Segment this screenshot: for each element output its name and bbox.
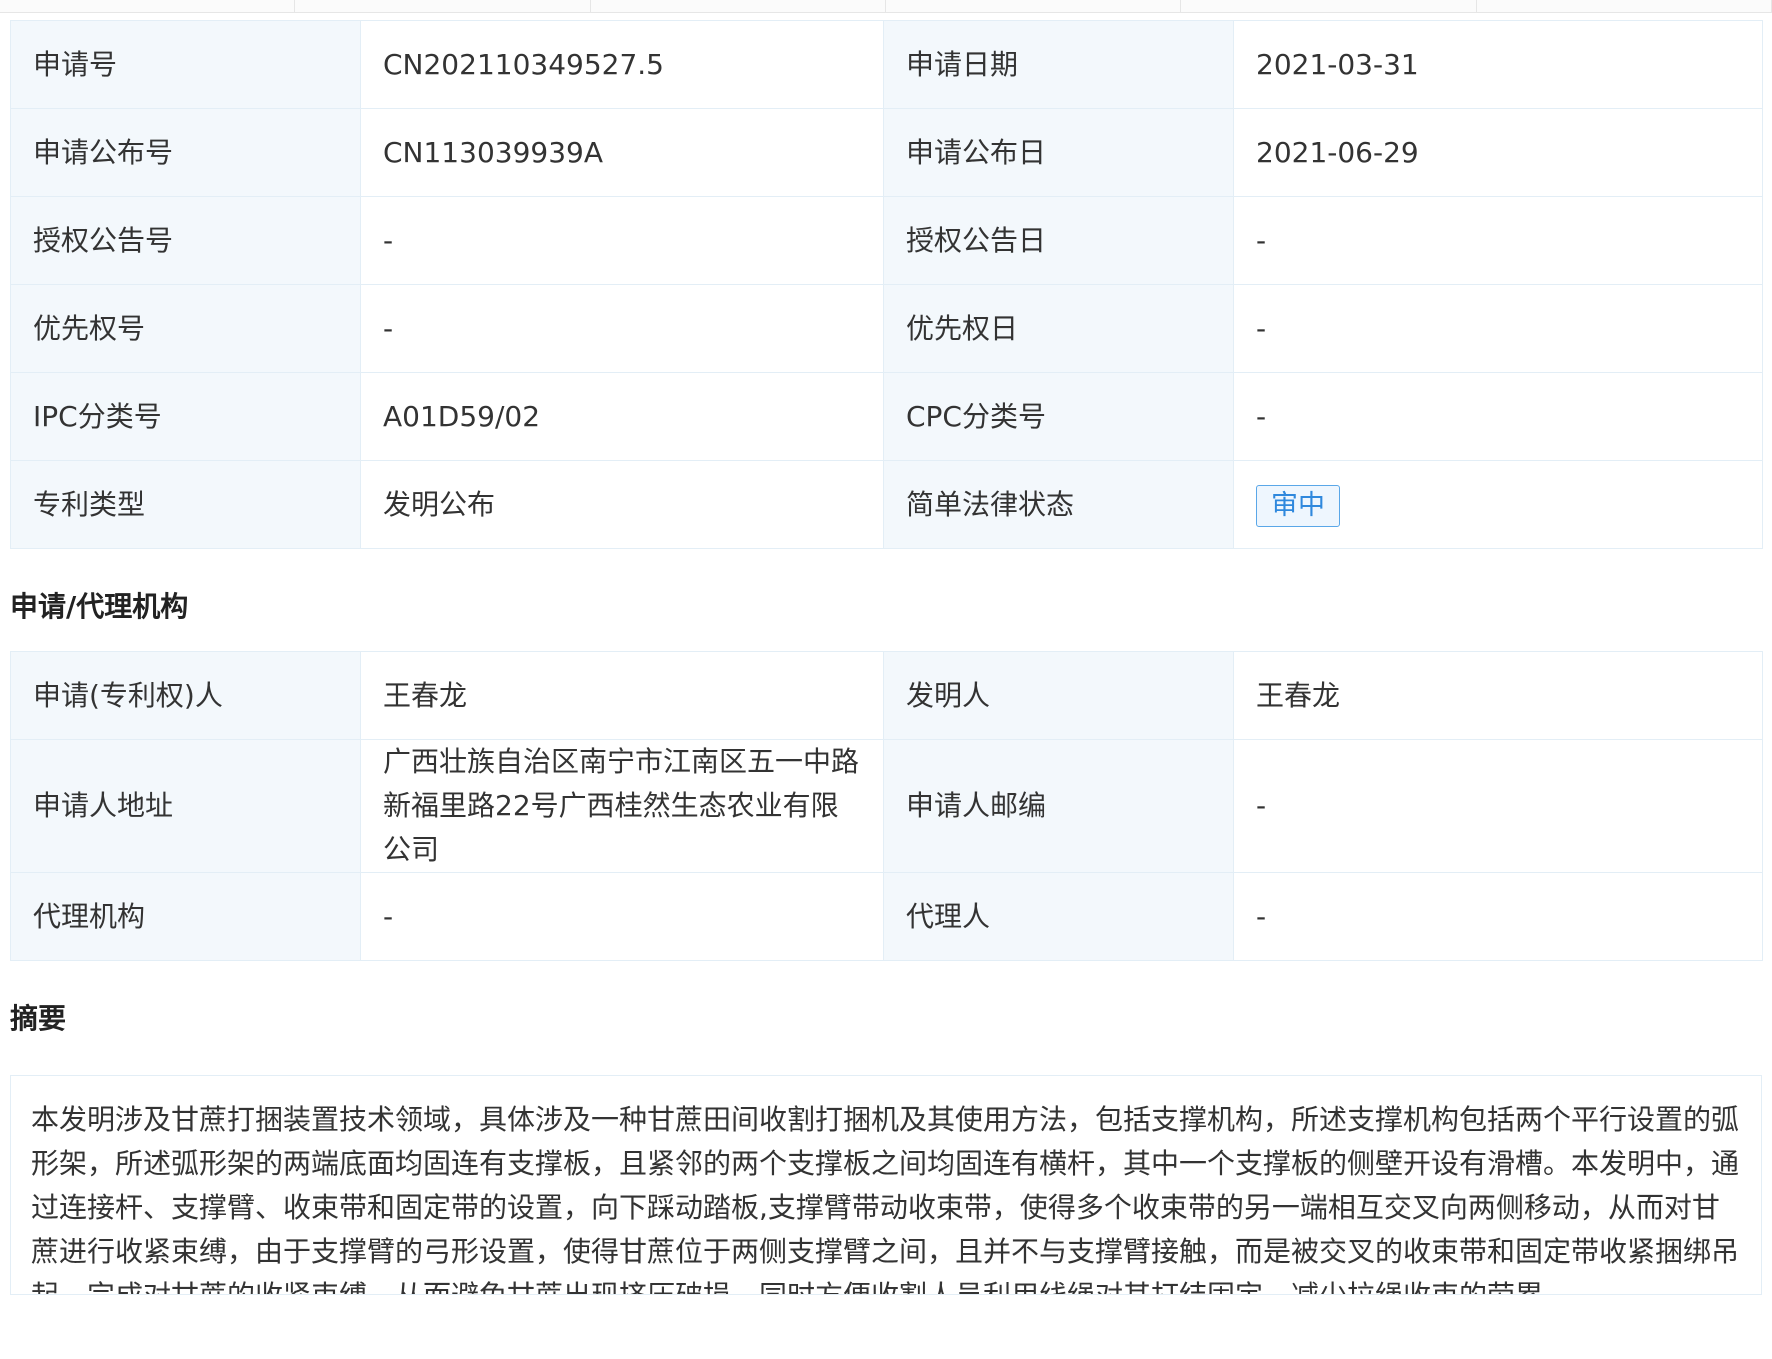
- agent-value: -: [1233, 872, 1763, 961]
- legal-status-badge[interactable]: 审中: [1256, 484, 1340, 527]
- priority-date-value: -: [1233, 284, 1763, 373]
- application-date-label: 申请日期: [883, 20, 1234, 109]
- priority-number-value: -: [360, 284, 884, 373]
- grant-date-label: 授权公告日: [883, 196, 1234, 285]
- table-row: 代理机构 - 代理人 -: [10, 872, 1763, 961]
- tab-6[interactable]: [1476, 0, 1772, 12]
- tab-5[interactable]: [1181, 0, 1477, 12]
- applicant-address-value: 广西壮族自治区南宁市江南区五一中路新福里路22号广西桂然生态农业有限公司: [360, 739, 884, 873]
- abstract-text: 本发明涉及甘蔗打捆装置技术领域，具体涉及一种甘蔗田间收割打捆机及其使用方法，包括…: [31, 1103, 1740, 1294]
- grant-date-value: -: [1233, 196, 1763, 285]
- tab-3[interactable]: [590, 0, 886, 12]
- abstract-box: 本发明涉及甘蔗打捆装置技术领域，具体涉及一种甘蔗田间收割打捆机及其使用方法，包括…: [10, 1075, 1762, 1295]
- priority-number-label: 优先权号: [10, 284, 361, 373]
- cpc-class-label: CPC分类号: [883, 372, 1234, 461]
- table-row: IPC分类号 A01D59/02 CPC分类号 -: [10, 372, 1763, 461]
- applicant-address-label: 申请人地址: [10, 739, 361, 873]
- applicant-value: 王春龙: [360, 651, 884, 740]
- table-row: 申请人地址 广西壮族自治区南宁市江南区五一中路新福里路22号广西桂然生态农业有限…: [10, 739, 1763, 873]
- applicant-agency-table: 申请(专利权)人 王春龙 发明人 王春龙 申请人地址 广西壮族自治区南宁市江南区…: [10, 651, 1763, 961]
- inventor-label: 发明人: [883, 651, 1234, 740]
- tab-2[interactable]: [295, 0, 591, 12]
- agency-label: 代理机构: [10, 872, 361, 961]
- table-row: 申请公布号 CN113039939A 申请公布日 2021-06-29: [10, 108, 1763, 197]
- table-row: 专利类型 发明公布 简单法律状态 审中: [10, 460, 1763, 549]
- publication-date-value: 2021-06-29: [1233, 108, 1763, 197]
- application-number-label: 申请号: [10, 20, 361, 109]
- publication-number-value: CN113039939A: [360, 108, 884, 197]
- table-row: 授权公告号 - 授权公告日 -: [10, 196, 1763, 285]
- patent-type-value: 发明公布: [360, 460, 884, 549]
- applicant-zipcode-label: 申请人邮编: [883, 739, 1234, 873]
- grant-number-label: 授权公告号: [10, 196, 361, 285]
- abstract-section-title: 摘要: [10, 1002, 67, 1035]
- publication-date-label: 申请公布日: [883, 108, 1234, 197]
- cpc-class-value: -: [1233, 372, 1763, 461]
- ipc-class-value: A01D59/02: [360, 372, 884, 461]
- application-number-value: CN202110349527.5: [360, 20, 884, 109]
- publication-number-label: 申请公布号: [10, 108, 361, 197]
- tab-1[interactable]: [0, 0, 296, 12]
- application-date-value: 2021-03-31: [1233, 20, 1763, 109]
- priority-date-label: 优先权日: [883, 284, 1234, 373]
- applicant-zipcode-value: -: [1233, 739, 1763, 873]
- inventor-value: 王春龙: [1233, 651, 1763, 740]
- agency-section-title: 申请/代理机构: [10, 590, 189, 623]
- table-row: 优先权号 - 优先权日 -: [10, 284, 1763, 373]
- table-row: 申请号 CN202110349527.5 申请日期 2021-03-31: [10, 20, 1763, 109]
- grant-number-value: -: [360, 196, 884, 285]
- agent-label: 代理人: [883, 872, 1234, 961]
- legal-status-label: 简单法律状态: [883, 460, 1234, 549]
- patent-type-label: 专利类型: [10, 460, 361, 549]
- ipc-class-label: IPC分类号: [10, 372, 361, 461]
- agency-value: -: [360, 872, 884, 961]
- table-row: 申请(专利权)人 王春龙 发明人 王春龙: [10, 651, 1763, 740]
- tab-strip: [0, 0, 1772, 13]
- legal-status-cell: 审中: [1233, 460, 1763, 549]
- tab-4[interactable]: [885, 0, 1182, 12]
- applicant-label: 申请(专利权)人: [10, 651, 361, 740]
- patent-basic-info-table: 申请号 CN202110349527.5 申请日期 2021-03-31 申请公…: [10, 20, 1763, 549]
- patent-detail-content: 申请号 CN202110349527.5 申请日期 2021-03-31 申请公…: [10, 20, 1763, 1295]
